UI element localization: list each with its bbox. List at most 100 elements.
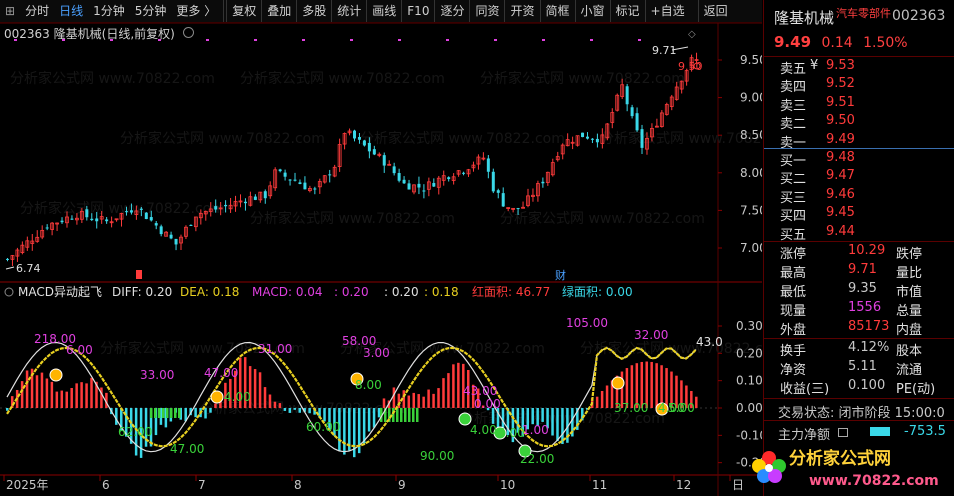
chart-canvas[interactable]: 分析家公式网 www.70822.com 分析家公式网 www.70822.com… [0, 23, 762, 496]
time-tick-label: 9 [398, 478, 406, 492]
main-flow-value: -753.5 [904, 424, 946, 439]
macd-bar [65, 391, 68, 408]
back-button[interactable]: 返回 [697, 0, 733, 22]
candle-down [635, 113, 639, 131]
stock-title: 002363 隆基机械(日线,前复权) [4, 25, 194, 42]
buy-row[interactable]: 买四 9.45 [764, 204, 954, 224]
signal-circle [49, 368, 63, 382]
macd-header-value: 绿面积: 0.00 [562, 284, 633, 299]
candle-down [288, 179, 292, 181]
macd-bar [595, 396, 599, 408]
stat-label-2: 股本 [896, 344, 923, 359]
stat-label: 外盘 [780, 323, 807, 338]
sell-row[interactable]: 卖四 9.52 [764, 75, 954, 95]
macd-bar-green [416, 408, 419, 422]
candle-down [95, 218, 99, 222]
buy-row[interactable]: 买一 9.48 [764, 149, 954, 169]
tab-fenshi[interactable]: 分时 [20, 0, 54, 22]
step-button[interactable]: 逐分 [434, 0, 469, 22]
stats-button[interactable]: 统计 [331, 0, 366, 22]
stat-label: 现量 [780, 304, 807, 319]
low-pointer [5, 266, 15, 270]
candle-down [486, 158, 490, 172]
macd-bar-green [178, 408, 181, 418]
signal-dot [590, 39, 593, 41]
signal-dot [206, 39, 209, 41]
stock-name: 隆基机械 [53, 27, 102, 41]
sell-row[interactable]: 卖五 ¥9.53 [764, 57, 954, 77]
stat-row: 外盘 85173 内盘 [764, 318, 954, 338]
macd-bar [605, 385, 609, 408]
tab-1min[interactable]: 1分钟 [88, 0, 130, 22]
open-fund-button[interactable]: 开资 [504, 0, 539, 22]
macd-bar [80, 382, 83, 408]
trade-status: 交易状态: 闭市阶段 15:00:0 [778, 406, 945, 421]
sell-row[interactable]: 卖一 9.49 [764, 131, 954, 151]
signal-dot [494, 39, 497, 41]
small-window-button[interactable]: 小窗 [574, 0, 610, 22]
flower-icon [752, 451, 786, 483]
macd-signal-label: 43.0 [696, 335, 723, 349]
settings-icon[interactable] [182, 27, 194, 38]
candle-down [313, 188, 317, 190]
macd-bar [283, 408, 287, 411]
stat-label-2: PE(动) [896, 382, 936, 397]
more-button[interactable]: 更多 〉 [171, 0, 221, 22]
macd-bar [412, 392, 415, 408]
buy-label: 买一 [780, 154, 807, 169]
stat-value: 10.29 [848, 243, 886, 258]
buy-price: 9.45 [826, 205, 855, 221]
macd-bar [422, 396, 425, 408]
candle-down [298, 182, 302, 184]
macd-bar [268, 394, 272, 408]
panel-price-line: 9.49 0.14 1.50% [774, 33, 908, 51]
candle-down [491, 171, 495, 192]
tab-daily[interactable]: 日线 [54, 0, 88, 22]
restore-button[interactable]: 复权 [226, 0, 261, 22]
mark-button[interactable]: 标记 [609, 0, 645, 22]
macd-tick-label: 0.30 [736, 319, 762, 333]
candle-down [224, 204, 228, 207]
tab-5min[interactable]: 5分钟 [130, 0, 172, 22]
add-favorite-button[interactable]: +自选 [644, 0, 690, 22]
macd-bar [551, 408, 554, 436]
macd-bar [392, 387, 396, 408]
panel-sector[interactable]: 汽车零部件 [836, 5, 891, 21]
price-tick-label: 7.50 [740, 203, 762, 217]
candle-down [432, 183, 436, 187]
flow-bar [870, 427, 890, 436]
macd-bar [293, 408, 297, 410]
watermark: 分析家公式网 www.70822.com [360, 130, 565, 147]
simple-frame-button[interactable]: 简框 [539, 0, 575, 22]
time-tick-label: 日 [732, 478, 744, 492]
candle-down [357, 136, 361, 140]
candle-down [595, 138, 599, 143]
macd-bar-green [170, 408, 173, 418]
grid-icon[interactable]: ⊞ [0, 0, 20, 22]
multi-stock-button[interactable]: 多股 [296, 0, 331, 22]
macd-bar [70, 388, 73, 408]
overlay-button[interactable]: 叠加 [261, 0, 296, 22]
sell-row[interactable]: 卖二 9.50 [764, 112, 954, 132]
signal-dot [446, 39, 449, 41]
macd-bar-green [400, 408, 403, 422]
macd-bar [55, 391, 59, 408]
sell-row[interactable]: 卖三 9.51 [764, 94, 954, 114]
candle-down [214, 206, 218, 210]
candle-down [367, 142, 371, 152]
menu-icon[interactable] [838, 428, 848, 437]
buy-row[interactable]: 买二 9.47 [764, 167, 954, 187]
stat-label-2: 总量 [896, 304, 923, 319]
buy-row[interactable]: 买三 9.46 [764, 186, 954, 206]
chart-toolbar: ⊞ 分时 日线 1分钟 5分钟 更多 〉复权 叠加 多股 统计 画线 F10 逐分 同资 开资 简框 小窗 标记… [0, 0, 762, 23]
same-fund-button[interactable]: 同资 [469, 0, 504, 22]
stat-label: 换手 [780, 344, 807, 359]
draw-button[interactable]: 画线 [366, 0, 401, 22]
macd-bar-green [174, 408, 177, 418]
candle-down [60, 220, 64, 223]
f10-button[interactable]: F10 [401, 0, 434, 22]
macd-bar [100, 387, 103, 408]
site-logo: 分析家公式网 www.70822.com [752, 448, 939, 489]
buy-row[interactable]: 买五 9.44 [764, 223, 954, 243]
time-tick-label: 11 [592, 478, 607, 492]
